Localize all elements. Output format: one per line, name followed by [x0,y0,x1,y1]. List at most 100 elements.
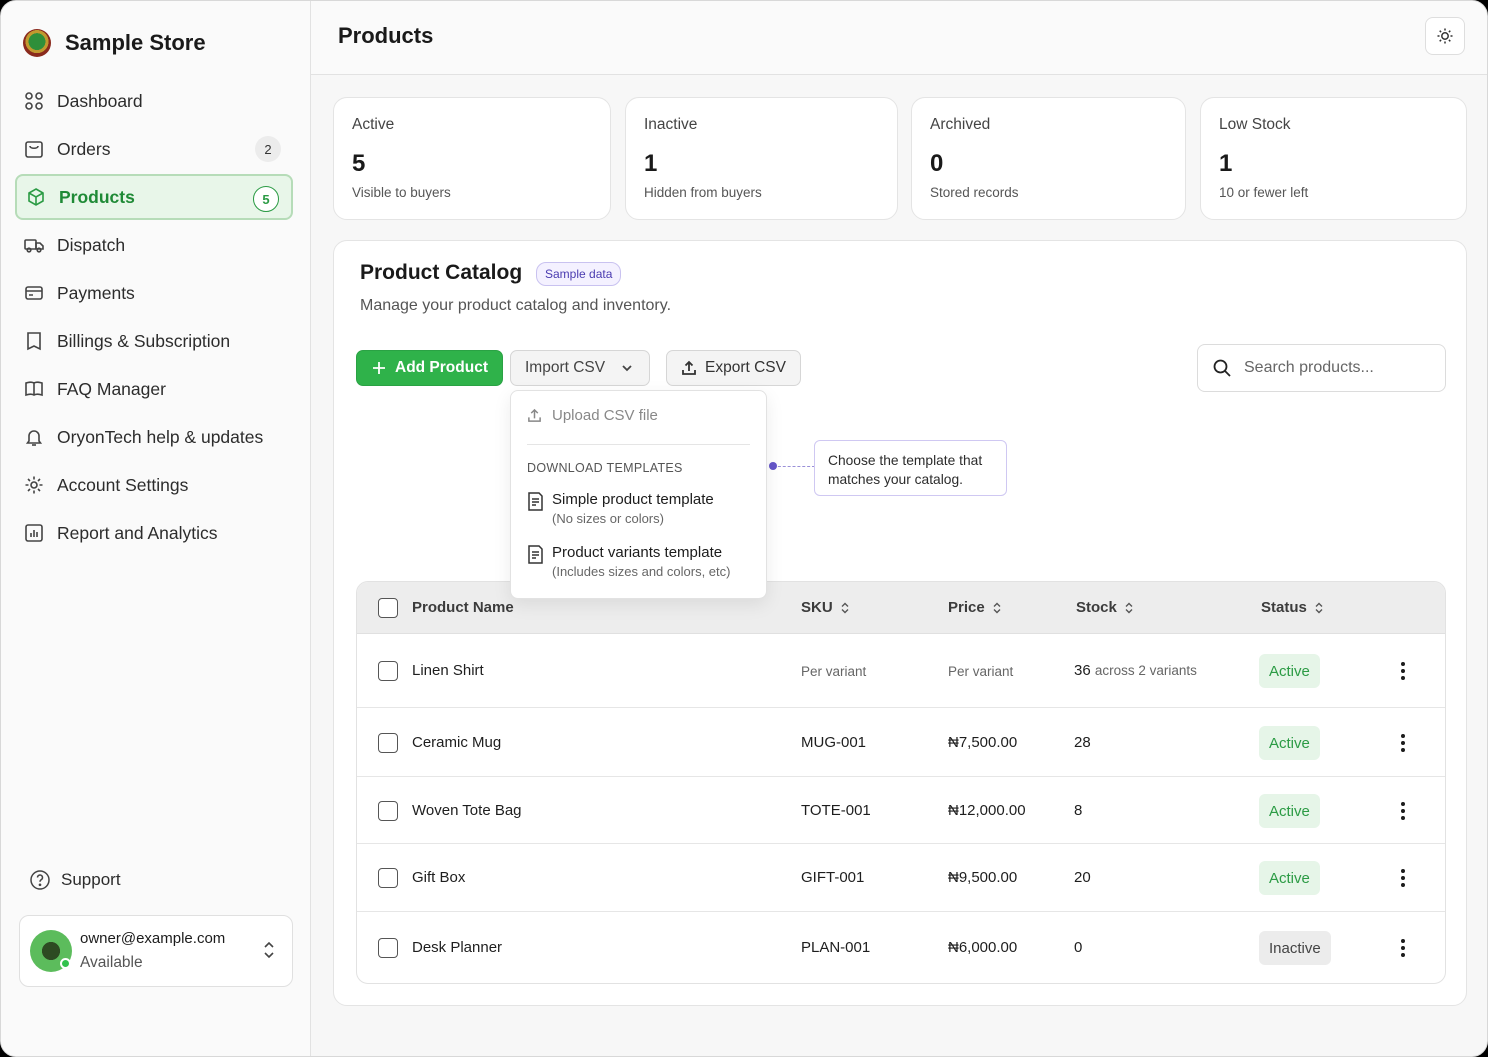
upload-icon [528,408,541,422]
support-link[interactable]: Support [29,869,121,891]
table-row[interactable]: Ceramic Mug MUG-001 ₦7,500.00 28 Active [357,708,1445,777]
stat-value: 1 [1219,150,1233,177]
column-label: SKU [801,599,833,616]
product-stock: 36 across 2 variants [1074,662,1197,679]
sidebar-item-billings[interactable]: Billings & Subscription [15,318,293,364]
sidebar-item-label: Orders [57,138,111,159]
stat-card-archived: Archived 0 Stored records [911,97,1186,220]
stat-subtext: Visible to buyers [352,185,451,200]
table-row[interactable]: Linen Shirt Per variant Per variant 36 a… [357,634,1445,708]
upload-icon [682,360,696,375]
product-price: ₦7,500.00 [948,734,1018,751]
sidebar-item-label: Billings & Subscription [57,330,231,351]
sun-icon [1437,28,1453,44]
sidebar-item-products[interactable]: Products 5 [15,174,293,220]
plus-icon [373,362,385,374]
column-header-sku[interactable]: SKU [801,599,849,616]
chevron-up-down-icon [264,941,274,959]
product-stock: 8 [1074,802,1083,819]
table-row[interactable]: Woven Tote Bag TOTE-001 ₦12,000.00 8 Act… [357,777,1445,844]
sidebar-item-payments[interactable]: Payments [15,270,293,316]
sort-icon [1315,602,1323,613]
search-input[interactable] [1244,359,1424,377]
stat-label: Archived [930,116,991,133]
stat-card-active: Active 5 Visible to buyers [333,97,611,220]
row-actions-menu-icon[interactable] [1393,867,1413,889]
sidebar-item-account-settings[interactable]: Account Settings [15,462,293,508]
truck-icon [23,234,45,256]
top-header: Products [311,1,1487,75]
stat-card-low-stock: Low Stock 1 10 or fewer left [1200,97,1467,220]
user-switcher[interactable]: owner@example.com Available [19,915,293,987]
row-actions-menu-icon[interactable] [1393,800,1413,822]
store-logo [23,29,51,57]
bell-icon [23,426,45,448]
stat-subtext: 10 or fewer left [1219,185,1309,200]
sidebar-item-label: Payments [57,282,135,303]
sidebar-item-reports[interactable]: Report and Analytics [15,510,293,556]
stat-value: 1 [644,150,658,177]
column-header-product-name[interactable]: Product Name [412,599,514,616]
sidebar-item-help[interactable]: OryonTech help & updates [15,414,293,460]
row-checkbox[interactable] [378,938,398,958]
product-price: ₦6,000.00 [948,939,1018,956]
row-checkbox[interactable] [378,801,398,821]
user-email: owner@example.com [80,930,226,947]
table-row[interactable]: Gift Box GIFT-001 ₦9,500.00 20 Active [357,844,1445,912]
product-price: ₦9,500.00 [948,869,1018,886]
sort-icon [1125,602,1133,613]
products-table: Product Name SKU Price Stock Status Line… [356,581,1446,984]
chart-icon [23,522,45,544]
product-sku: Per variant [801,664,867,679]
sidebar-item-label: Dashboard [57,90,143,111]
product-name: Ceramic Mug [412,734,502,751]
add-product-label: Add Product [395,359,488,376]
products-count-badge: 5 [253,186,279,212]
sidebar-item-faq[interactable]: FAQ Manager [15,366,293,412]
export-csv-button[interactable]: Export CSV [666,350,801,386]
stat-value: 0 [930,150,944,177]
import-csv-button[interactable]: Import CSV [510,350,651,386]
row-checkbox[interactable] [378,661,398,681]
product-stock: 0 [1074,939,1083,956]
orders-icon [23,138,45,160]
column-header-price[interactable]: Price [948,599,1001,616]
variants-template-menu-item[interactable]: Product variants template (Includes size… [527,544,730,579]
sidebar-item-dashboard[interactable]: Dashboard [15,78,293,124]
sidebar-item-label: FAQ Manager [57,378,166,399]
row-checkbox[interactable] [378,733,398,753]
search-icon [1213,359,1231,377]
upload-csv-label: Upload CSV file [552,407,658,424]
brand[interactable]: Sample Store [23,29,206,57]
table-row[interactable]: Desk Planner PLAN-001 ₦6,000.00 0 Inacti… [357,912,1445,983]
menu-section-heading: DOWNLOAD TEMPLATES [527,461,683,475]
select-all-checkbox[interactable] [378,598,398,618]
status-badge: Active [1259,726,1320,760]
column-label: Product Name [412,599,514,616]
add-product-button[interactable]: Add Product [356,350,503,386]
card-icon [23,282,45,304]
product-name: Gift Box [412,869,466,886]
sidebar-item-orders[interactable]: Orders 2 [15,126,293,172]
orders-count-badge: 2 [255,136,281,162]
row-actions-menu-icon[interactable] [1393,660,1413,682]
sidebar-item-dispatch[interactable]: Dispatch [15,222,293,268]
column-header-status[interactable]: Status [1261,599,1323,616]
theme-toggle-button[interactable] [1425,17,1465,55]
row-actions-menu-icon[interactable] [1393,937,1413,959]
tooltip-connector-line [773,466,815,467]
user-status: Available [80,954,143,971]
product-name: Woven Tote Bag [412,802,522,819]
stock-note: across 2 variants [1094,663,1197,678]
column-header-stock[interactable]: Stock [1076,599,1133,616]
dashboard-icon [23,90,45,112]
template-subtitle: (Includes sizes and colors, etc) [552,564,731,579]
sample-data-badge: Sample data [536,262,622,286]
upload-csv-menu-item[interactable]: Upload CSV file [527,407,658,424]
row-checkbox[interactable] [378,868,398,888]
search-box[interactable] [1197,344,1446,392]
store-name: Sample Store [65,30,206,55]
row-actions-menu-icon[interactable] [1393,732,1413,754]
simple-template-menu-item[interactable]: Simple product template (No sizes or col… [527,491,714,526]
book-icon [23,378,45,400]
